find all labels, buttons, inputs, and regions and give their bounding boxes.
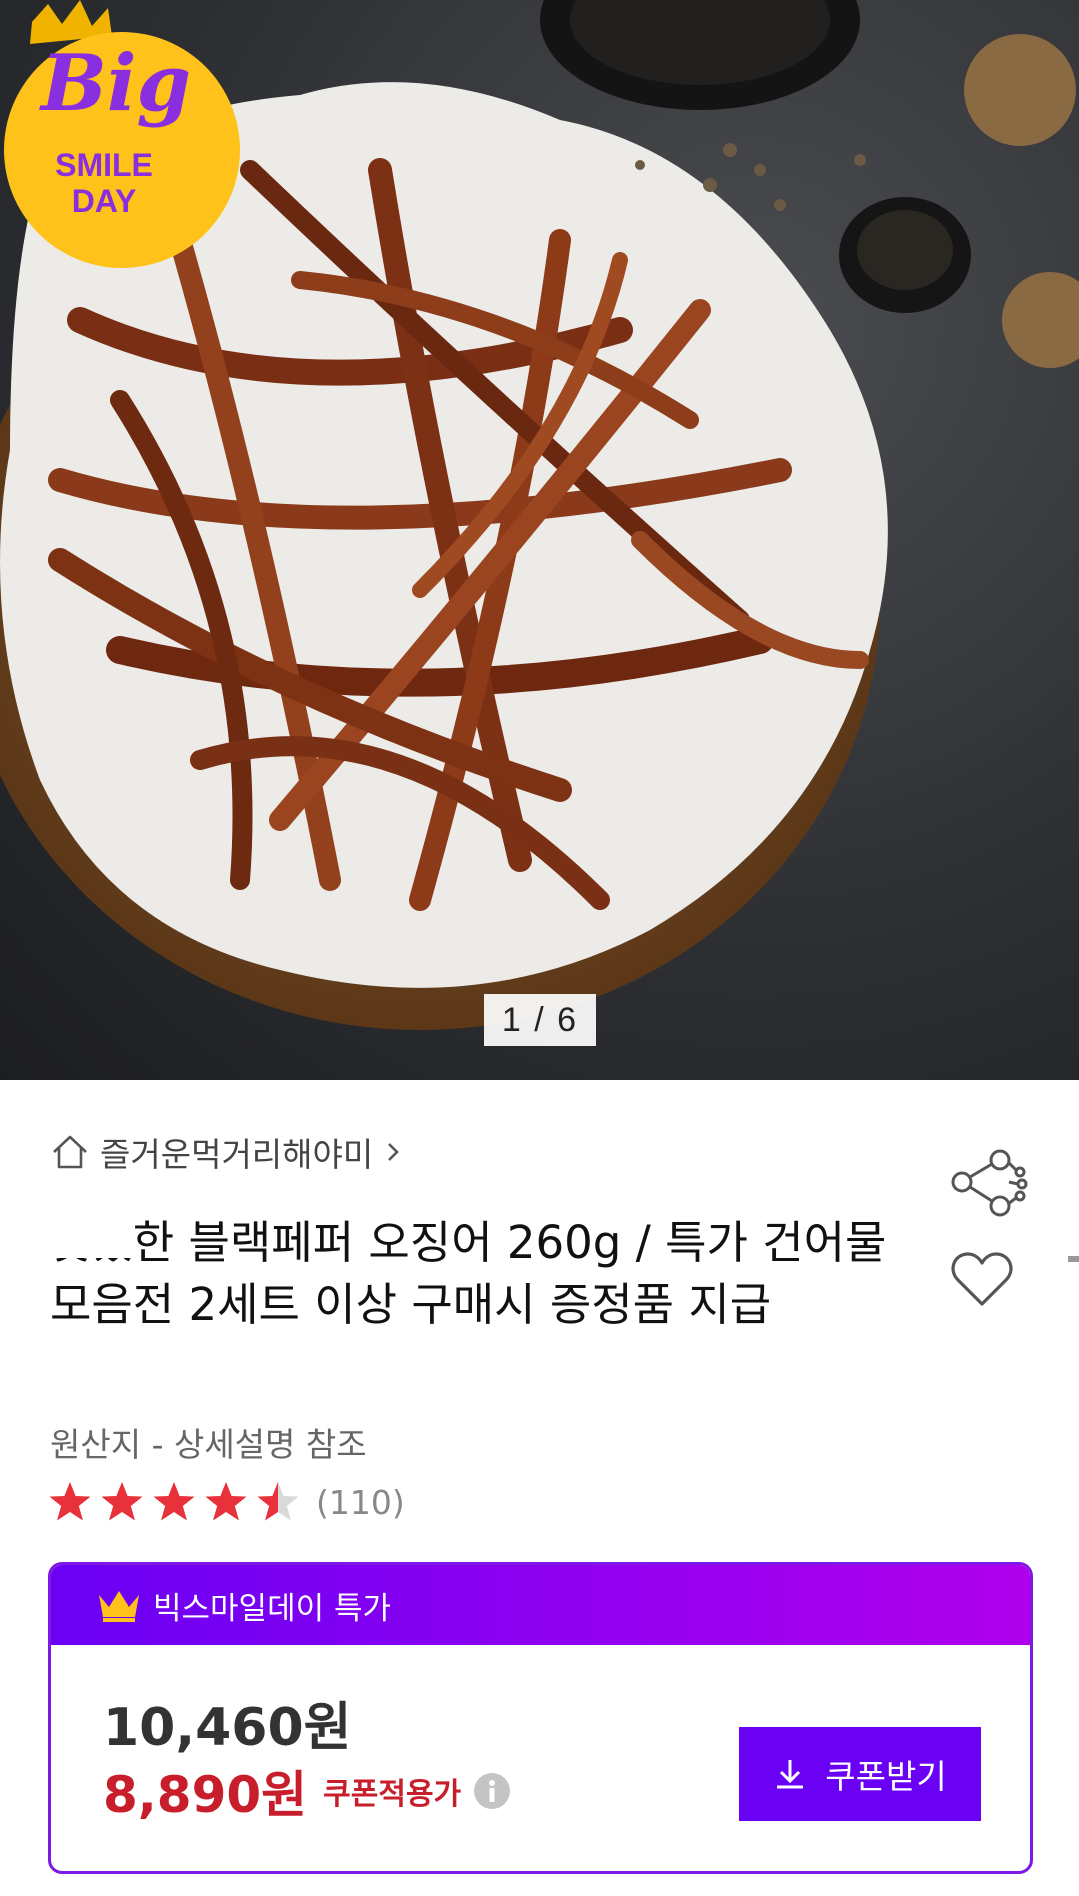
- product-title: 맛있한 블랙페퍼 오징어 260g / 특가 건어물 모음전 2세트 이상 구매…: [50, 1216, 887, 1331]
- chevron-right-icon: [388, 1143, 400, 1161]
- star-icon: [101, 1482, 143, 1521]
- original-price: 10,460원: [103, 1698, 352, 1758]
- deal-header-label: 빅스마일데이 특가: [153, 1590, 392, 1627]
- deal-header: 빅스마일데이 특가: [51, 1565, 1030, 1645]
- coupon-button-label: 쿠폰받기: [825, 1758, 947, 1795]
- image-counter: 1 / 6: [484, 994, 596, 1046]
- heart-icon[interactable]: [950, 1250, 1014, 1308]
- product-image-gallery[interactable]: Big SMILE DAY 1 / 6: [0, 0, 1079, 1080]
- star-icon: [205, 1482, 247, 1521]
- big-smile-day-badge: Big SMILE DAY: [4, 0, 240, 268]
- star-icon: [257, 1482, 299, 1521]
- badge-day-text: DAY: [72, 183, 137, 219]
- badge-smile-text: SMILE: [55, 147, 153, 183]
- review-count: (110): [316, 1482, 405, 1522]
- origin-text: 원산지 - 상세설명 참조: [50, 1425, 367, 1464]
- final-price-row: 8,890원 쿠폰적용가: [103, 1755, 511, 1827]
- store-name: 즐거운먹거리해야미: [100, 1135, 374, 1174]
- share-icon[interactable]: [948, 1148, 1028, 1218]
- info-icon[interactable]: [473, 1772, 511, 1810]
- home-icon: [53, 1135, 87, 1169]
- coupon-price-label: 쿠폰적용가: [323, 1777, 462, 1812]
- star-icon: [153, 1482, 195, 1521]
- crown-icon: [99, 1591, 139, 1622]
- rating-stars: [48, 1480, 308, 1524]
- title-overlay-mask: [24, 1220, 130, 1258]
- edge-indicator: [1068, 1256, 1079, 1262]
- download-icon: [777, 1760, 804, 1789]
- download-coupon-button[interactable]: 쿠폰받기: [739, 1727, 981, 1821]
- star-icon: [49, 1482, 91, 1521]
- rating[interactable]: (110): [48, 1480, 405, 1524]
- badge-big-text: Big: [39, 38, 191, 129]
- store-link[interactable]: 즐거운먹거리해야미: [50, 1130, 403, 1174]
- final-price: 8,890원: [103, 1766, 308, 1824]
- deal-price-box: 빅스마일데이 특가 10,460원 8,890원 쿠폰적용가 쿠폰받기: [48, 1562, 1033, 1874]
